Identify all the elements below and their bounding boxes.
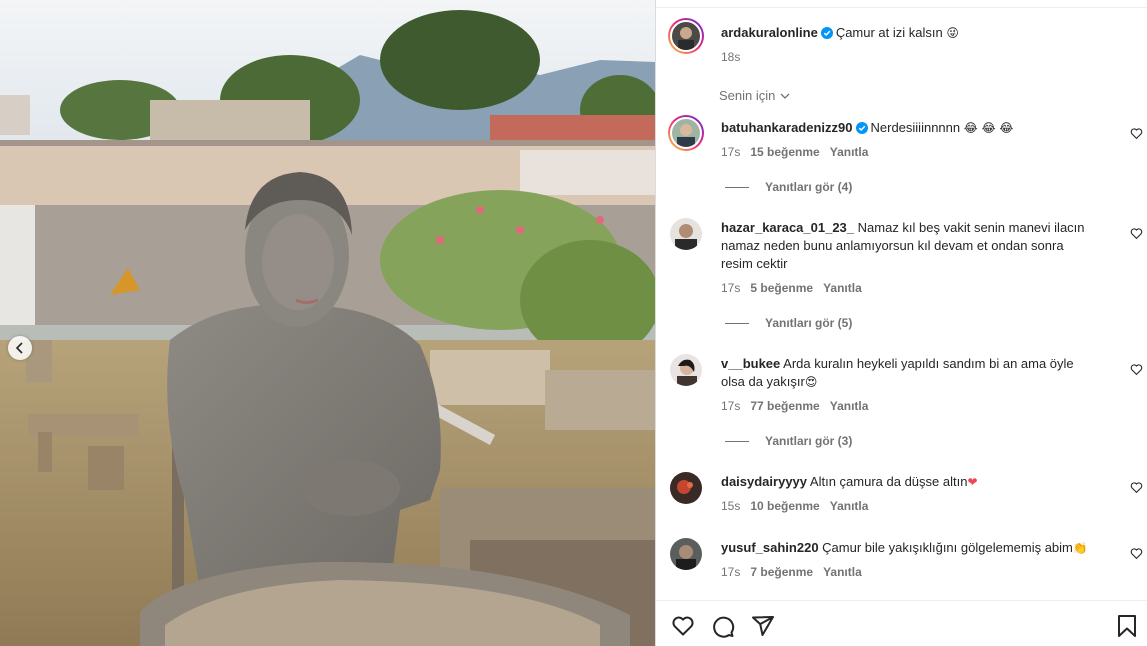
comment-time: 17s <box>721 145 741 159</box>
comment-time: 17s <box>721 565 741 579</box>
view-replies-label: Yanıtları gör (4) <box>765 180 853 194</box>
commenter-username[interactable]: yusuf_sahin220 <box>721 540 819 555</box>
caption-line: ardakuralonline Çamur at izi kalsın 😜 <box>721 24 959 42</box>
like-comment-heart-icon[interactable] <box>1130 481 1143 494</box>
share-icon[interactable] <box>751 614 775 638</box>
verified-badge-icon <box>855 122 868 134</box>
comment-likes[interactable]: 10 beğenme <box>750 499 819 513</box>
post-time: 18s <box>721 50 741 64</box>
sort-label: Senin için <box>719 88 776 103</box>
comment-text-line: batuhankaradenizz90 Nerdesiiiinnnnn 😂 😂 😂 <box>721 119 1013 137</box>
comment-meta: 17s 5 beğenme Yanıtla <box>721 281 862 295</box>
commenter-avatar[interactable] <box>670 218 702 250</box>
comment-likes[interactable]: 5 beğenme <box>750 281 813 295</box>
reply-button[interactable]: Yanıtla <box>823 281 862 295</box>
comment-meta: 17s 77 beğenme Yanıtla <box>721 399 868 413</box>
commenter-avatar[interactable] <box>670 472 702 504</box>
comment-likes[interactable]: 15 beğenme <box>750 145 819 159</box>
caption-text: Çamur at izi kalsın <box>835 25 943 40</box>
replies-divider <box>725 186 749 188</box>
reply-button[interactable]: Yanıtla <box>830 499 869 513</box>
comment-text-line: daisydairyyyy Altın çamura da düşse altı… <box>721 473 978 491</box>
replies-divider <box>725 440 749 442</box>
previous-photo-button[interactable] <box>8 336 32 360</box>
like-comment-heart-icon[interactable] <box>1130 227 1143 240</box>
comment-text-line: v__bukee Arda kuralın heykeli yapıldı sa… <box>721 355 1074 373</box>
caption-emoji: 😜 <box>946 26 959 40</box>
bookmark-icon[interactable] <box>1116 614 1138 638</box>
comment-icon[interactable] <box>711 614 735 638</box>
post-photo <box>0 0 655 646</box>
comment-likes[interactable]: 77 beğenme <box>750 399 819 413</box>
comment-emoji: 😂 😂 😂 <box>963 121 1014 135</box>
comment-text-line: hazar_karaca_01_23_ Namaz kıl beş vakit … <box>721 219 1085 237</box>
like-comment-heart-icon[interactable] <box>1130 127 1143 140</box>
comment-text: Nerdesiiiinnnnn <box>870 120 961 135</box>
reply-button[interactable]: Yanıtla <box>823 565 862 579</box>
comment-text: Arda kuralın heykeli yapıldı sandım bi a… <box>783 356 1074 371</box>
commenter-username[interactable]: batuhankaradenizz90 <box>721 120 853 135</box>
commenter-username[interactable]: hazar_karaca_01_23_ <box>721 220 854 235</box>
comment-meta: 17s 7 beğenme Yanıtla <box>721 565 862 579</box>
commenter-avatar[interactable] <box>668 115 704 151</box>
comment-time: 17s <box>721 281 741 295</box>
view-replies-button[interactable]: Yanıtları gör (5) <box>725 316 852 330</box>
actions-divider <box>656 600 1147 601</box>
comments-panel: ardakuralonline Çamur at izi kalsın 😜 18s… <box>656 0 1147 646</box>
comment-meta: 17s 15 beğenme Yanıtla <box>721 145 868 159</box>
author-username[interactable]: ardakuralonline <box>721 25 818 40</box>
author-avatar[interactable] <box>668 18 704 54</box>
chevron-left-icon <box>15 342 23 354</box>
replies-divider <box>725 322 749 324</box>
view-replies-button[interactable]: Yanıtları gör (3) <box>725 434 852 448</box>
view-replies-label: Yanıtları gör (5) <box>765 316 853 330</box>
like-comment-heart-icon[interactable] <box>1130 547 1143 560</box>
comment-emoji: 👏 <box>1072 541 1088 555</box>
comment-text-line: yusuf_sahin220 Çamur bile yakışıklığını … <box>721 539 1088 557</box>
comment-sort-dropdown[interactable]: Senin için <box>719 88 791 103</box>
comment-text: olsa da yakışır <box>721 374 805 389</box>
comment-emoji: 😍 <box>804 375 818 389</box>
comment-text: namaz neden bunu anlamıyorsun kıl devam … <box>721 238 1064 253</box>
comment-text: resim cektir <box>721 256 788 271</box>
panel-top-border <box>656 7 1147 8</box>
comment-time: 15s <box>721 499 741 513</box>
commenter-avatar[interactable] <box>670 354 702 386</box>
chevron-down-icon <box>780 93 790 99</box>
heart-icon[interactable] <box>670 614 696 638</box>
commenter-avatar[interactable] <box>670 538 702 570</box>
comment-time: 17s <box>721 399 741 413</box>
reply-button[interactable]: Yanıtla <box>830 145 869 159</box>
view-replies-label: Yanıtları gör (3) <box>765 434 853 448</box>
like-comment-heart-icon[interactable] <box>1130 363 1143 376</box>
mud-bath-photo <box>0 0 655 646</box>
comment-meta: 15s 10 beğenme Yanıtla <box>721 499 868 513</box>
comment-text: Altın çamura da düşse altın <box>809 474 968 489</box>
commenter-username[interactable]: v__bukee <box>721 356 780 371</box>
view-replies-button[interactable]: Yanıtları gör (4) <box>725 180 852 194</box>
verified-badge-icon <box>820 27 833 39</box>
comment-emoji: ❤ <box>967 475 978 489</box>
comment-text: Çamur bile yakışıklığını gölgelememiş ab… <box>822 540 1073 555</box>
comment-text: Namaz kıl beş vakit senin manevi ilacın <box>857 220 1085 235</box>
comment-text-line: olsa da yakışır😍 <box>721 373 817 391</box>
reply-button[interactable]: Yanıtla <box>830 399 869 413</box>
commenter-username[interactable]: daisydairyyyy <box>721 474 807 489</box>
comment-likes[interactable]: 7 beğenme <box>750 565 813 579</box>
